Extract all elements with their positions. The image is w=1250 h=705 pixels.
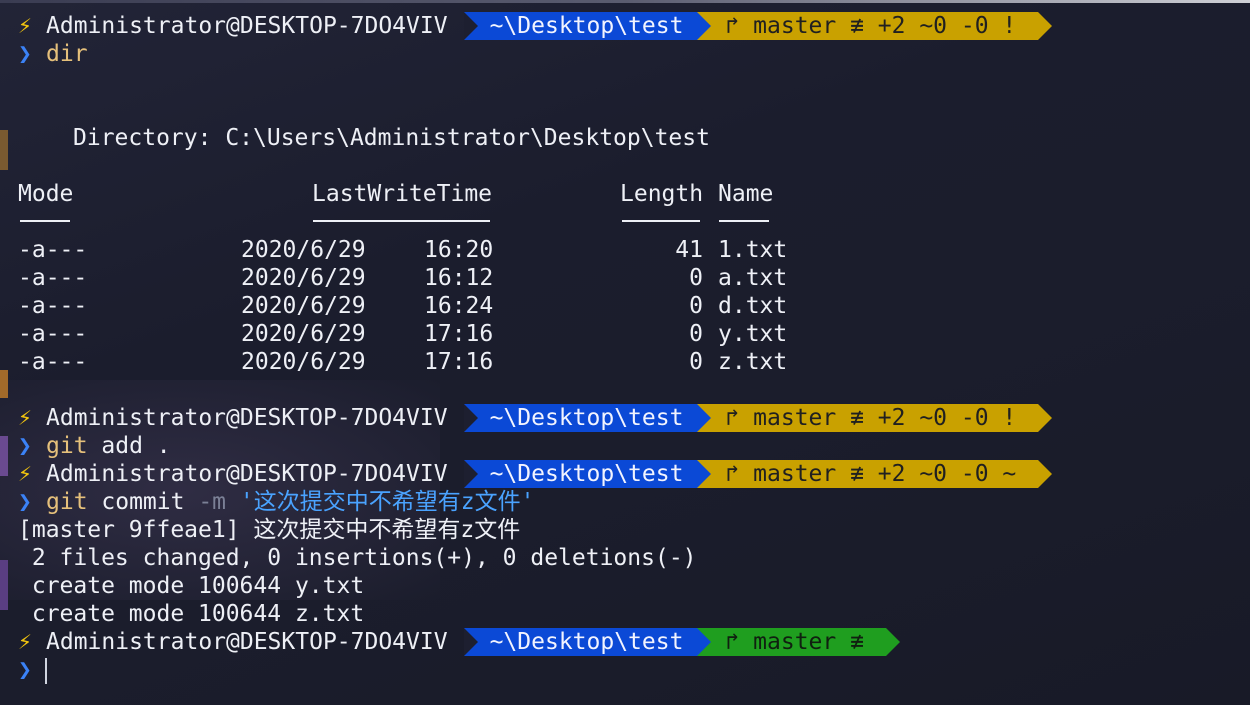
prompt-path-segment: ~\Desktop\test [463,628,712,656]
prompt-user: Administrator@DESKTOP-7DO4VIV [46,13,448,39]
prompt-line: ⚡ Administrator@DESKTOP-7DO4VIV ~\Deskto… [18,404,1053,432]
row-length: 0 [689,321,703,347]
prompt-git-segment: ↱ master ≢ +2 ~0 -0 ~ [697,460,1053,488]
row-time: 16:24 [424,293,494,319]
prompt-line: ⚡ Administrator@DESKTOP-7DO4VIV ~\Deskto… [18,12,1053,40]
prompt-line: ⚡ Administrator@DESKTOP-7DO4VIV ~\Deskto… [18,628,901,656]
output-line: create mode 100644 z.txt [18,601,365,627]
row-length: 41 [675,237,703,263]
row-time: 16:20 [424,237,494,263]
chevron-right-icon: ❯ [18,41,32,67]
command-text: git [46,489,88,515]
command-args: commit [87,489,199,515]
row-date: 2020/6/29 [241,349,366,375]
prompt-path-segment: ~\Desktop\test [463,12,712,40]
prompt-user: Administrator@DESKTOP-7DO4VIV [46,461,448,487]
column-header-name: Name [718,181,774,207]
column-header-length: Length [620,181,704,207]
header-underline [313,220,490,222]
prompt-git-segment: ↱ master ≢ +2 ~0 -0 ! [697,404,1053,432]
chevron-right-icon: ❯ [18,489,32,515]
row-date: 2020/6/29 [241,293,366,319]
row-mode: -a--- [18,293,88,319]
header-underline [20,220,70,222]
row-mode: -a--- [18,237,88,263]
command-flag: -m [198,489,227,515]
row-name: 1.txt [718,237,788,263]
prompt-git-segment: ↱ master ≢ [697,628,901,656]
window-top-edge [0,0,1250,3]
row-name: y.txt [718,321,788,347]
row-date: 2020/6/29 [241,321,366,347]
header-underline [622,220,700,222]
row-time: 17:16 [424,321,494,347]
row-name: d.txt [718,293,788,319]
row-time: 16:12 [424,265,494,291]
row-length: 0 [689,349,703,375]
lightning-icon: ⚡ [18,13,32,39]
input-line[interactable]: ❯ [18,656,46,684]
background-edge-strip [0,130,8,170]
output-line: 2 files changed, 0 insertions(+), 0 dele… [18,545,697,571]
column-header-mode: Mode [18,181,74,207]
prompt-path-segment: ~\Desktop\test [463,404,712,432]
chevron-right-icon: ❯ [18,657,32,683]
directory-line: Directory: C:\Users\Administrator\Deskto… [73,125,710,151]
row-length: 0 [689,265,703,291]
lightning-icon: ⚡ [18,405,32,431]
lightning-icon: ⚡ [18,461,32,487]
terminal-window[interactable]: ⚡ Administrator@DESKTOP-7DO4VIV ~\Deskto… [0,0,1250,705]
row-length: 0 [689,293,703,319]
prompt-git-segment: ↱ master ≢ +2 ~0 -0 ! [697,12,1053,40]
command-line: ❯ dir [18,40,88,68]
row-date: 2020/6/29 [241,237,366,263]
prompt-user: Administrator@DESKTOP-7DO4VIV [46,405,448,431]
row-date: 2020/6/29 [241,265,366,291]
output-line: create mode 100644 y.txt [18,573,365,599]
command-text: git [46,433,88,459]
command-line: ❯ git commit -m '这次提交中不希望有z文件' [18,488,534,516]
command-args: add . [87,433,171,459]
row-mode: -a--- [18,265,88,291]
row-time: 17:16 [424,349,494,375]
background-edge-strip [0,560,8,610]
background-edge-strip [0,370,8,398]
output-line: [master 9ffeae1] 这次提交中不希望有z文件 [18,517,521,543]
text-cursor [45,658,47,684]
row-name: a.txt [718,265,788,291]
row-mode: -a--- [18,349,88,375]
header-underline [719,220,769,222]
background-edge-strip [0,436,8,476]
row-name: z.txt [718,349,788,375]
row-mode: -a--- [18,321,88,347]
command-line: ❯ git add . [18,432,171,460]
commit-message: '这次提交中不希望有z文件' [239,489,535,515]
prompt-path-segment: ~\Desktop\test [463,460,712,488]
column-header-lastwritetime: LastWriteTime [312,181,493,207]
command-text: dir [46,41,88,67]
prompt-line: ⚡ Administrator@DESKTOP-7DO4VIV ~\Deskto… [18,460,1053,488]
chevron-right-icon: ❯ [18,433,32,459]
lightning-icon: ⚡ [18,629,32,655]
prompt-user: Administrator@DESKTOP-7DO4VIV [46,629,448,655]
